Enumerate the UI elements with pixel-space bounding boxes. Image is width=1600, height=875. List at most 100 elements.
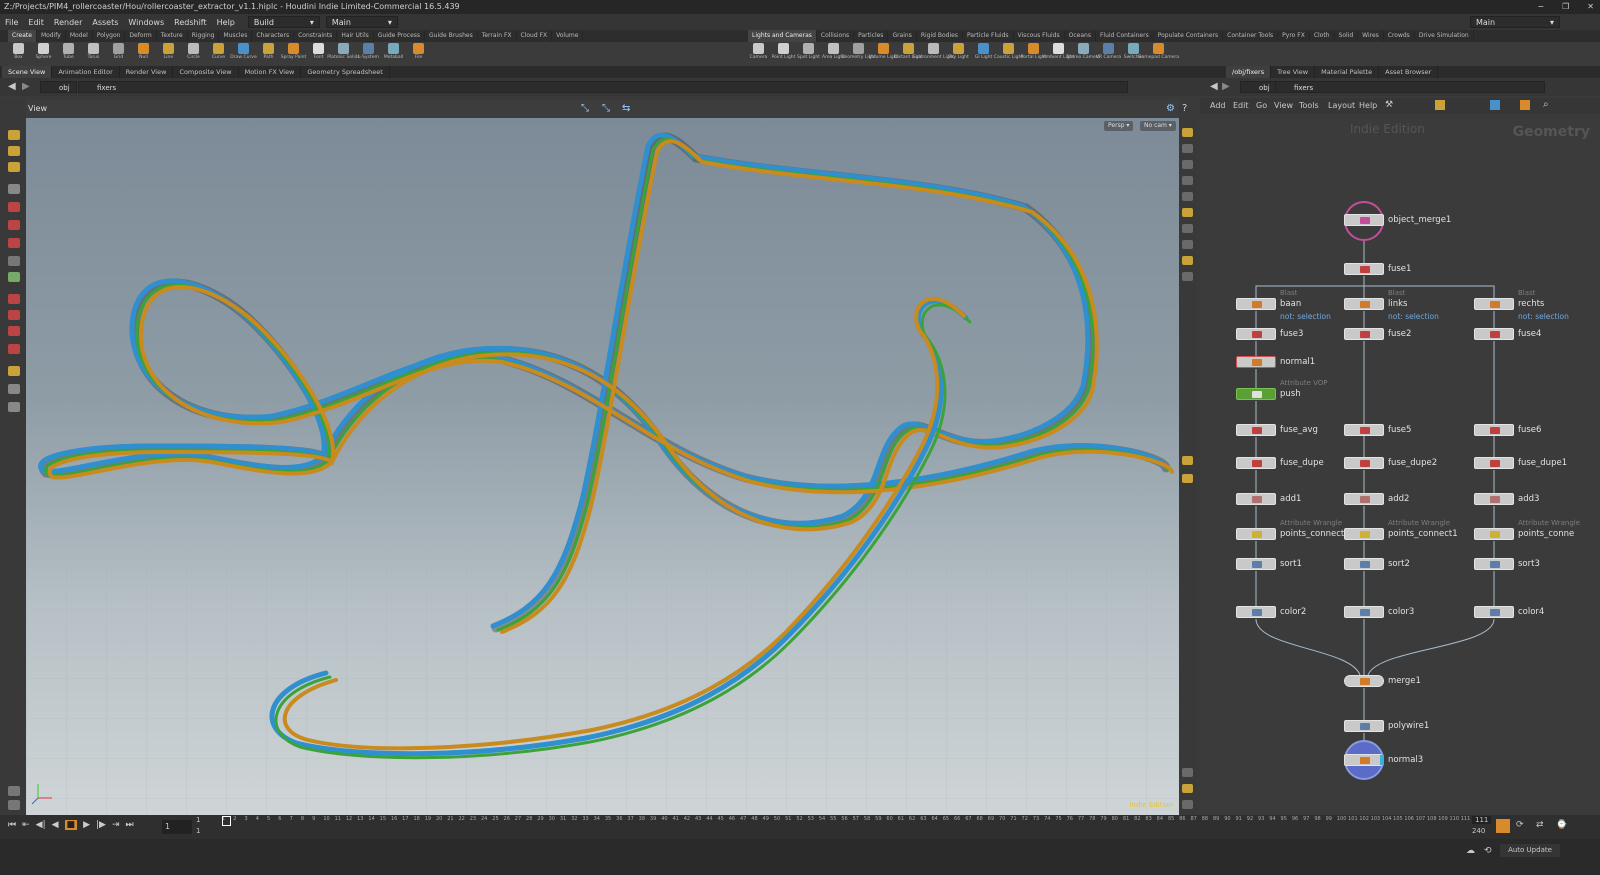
node-body[interactable]: [1474, 528, 1514, 540]
shelf-tab-cloth[interactable]: Cloth: [1310, 30, 1335, 42]
tool-torus[interactable]: Torus: [81, 42, 106, 66]
range-start[interactable]: 1: [196, 816, 200, 824]
node-body[interactable]: [1474, 558, 1514, 570]
menu-windows[interactable]: Windows: [123, 18, 169, 27]
tool-ambient-light[interactable]: Ambient Light: [1043, 42, 1074, 66]
pane-tab-obj-fixers[interactable]: /obj/fixers: [1226, 66, 1272, 78]
tool-path[interactable]: Path: [256, 42, 281, 66]
shading-icon[interactable]: [1182, 192, 1193, 201]
play-icon[interactable]: ▶: [83, 820, 90, 830]
normal-display-icon[interactable]: [1182, 240, 1193, 249]
tool-volume-light[interactable]: Volume Light: [869, 42, 898, 66]
cloud-icon[interactable]: ☁: [1466, 846, 1475, 856]
tool-tube[interactable]: Tube: [56, 42, 81, 66]
tool-metaball[interactable]: Metaball: [381, 42, 406, 66]
range-start-global[interactable]: 1: [196, 827, 200, 835]
loop-icon[interactable]: ⇄: [1536, 820, 1544, 830]
background-icon[interactable]: [1182, 272, 1193, 281]
right-desktop-dropdown[interactable]: Main ▾: [1470, 16, 1560, 28]
stop-icon[interactable]: ■: [64, 820, 78, 830]
shelf-tab-particles[interactable]: Particles: [854, 30, 889, 42]
shelf-tab-drive-simulation[interactable]: Drive Simulation: [1415, 30, 1474, 42]
flipbook-icon[interactable]: [1182, 456, 1193, 465]
scene-viewport[interactable]: Persp ▾ No cam ▾ Indie Edition: [26, 118, 1179, 815]
shelf-tab-fluid-containers[interactable]: Fluid Containers: [1096, 30, 1154, 42]
net-path-crumb-fixers[interactable]: fixers: [1275, 81, 1545, 93]
minimize-button[interactable]: −: [1537, 0, 1544, 14]
color-palette-icon[interactable]: [1490, 100, 1500, 110]
tool-caustic-light[interactable]: Caustic Light: [994, 42, 1023, 66]
net-menu-help[interactable]: Help: [1359, 101, 1377, 110]
net-menu-layout[interactable]: Layout: [1328, 101, 1355, 110]
context-dropdown[interactable]: Main ▾: [325, 16, 398, 28]
wrench-icon[interactable]: ⚒: [1385, 100, 1393, 110]
pose-icon[interactable]: [8, 272, 20, 282]
node-body[interactable]: [1474, 493, 1514, 505]
node-body[interactable]: [1344, 720, 1384, 732]
net-forward-arrow-icon[interactable]: ▶: [1222, 81, 1230, 92]
back-arrow-icon[interactable]: ◀: [8, 81, 16, 92]
node-body[interactable]: [1236, 298, 1276, 310]
path-crumb-fixers[interactable]: fixers: [78, 81, 1128, 93]
shelf-tab-texture[interactable]: Texture: [157, 30, 188, 42]
shelf-tab-muscles[interactable]: Muscles: [219, 30, 253, 42]
node-body[interactable]: [1344, 606, 1384, 618]
shape-palette-icon[interactable]: [1520, 100, 1530, 110]
playhead[interactable]: [222, 816, 231, 826]
first-frame-icon[interactable]: ⏮: [8, 820, 16, 830]
menu-redshift[interactable]: Redshift: [169, 18, 211, 27]
shelf-tab-terrain-fx[interactable]: Terrain FX: [478, 30, 517, 42]
step-forward-icon[interactable]: |▶: [96, 820, 106, 830]
shelf-tab-guide-process[interactable]: Guide Process: [374, 30, 426, 42]
net-menu-go[interactable]: Go: [1256, 101, 1267, 110]
node-body[interactable]: [1344, 457, 1384, 469]
snap-icon[interactable]: ⇆: [622, 103, 630, 114]
tool-grid[interactable]: Grid: [106, 42, 131, 66]
handle-icon[interactable]: [8, 256, 20, 266]
pane-tab-tree-view[interactable]: Tree View: [1271, 66, 1316, 78]
lock-icon[interactable]: [1182, 160, 1193, 169]
snap-icon[interactable]: ⤡: [602, 103, 610, 114]
grid-view-icon[interactable]: [1435, 100, 1445, 110]
camera-icon[interactable]: [8, 384, 20, 394]
shelf-tab-guide-brushes[interactable]: Guide Brushes: [425, 30, 478, 42]
pane-tab-motion-fx-view[interactable]: Motion FX View: [239, 66, 302, 78]
tool-stereo-camera[interactable]: Stereo Camera: [1067, 42, 1100, 66]
prev-key-icon[interactable]: ⇤: [22, 820, 30, 830]
current-frame-field[interactable]: 1: [162, 820, 192, 834]
pane-tab-composite-view[interactable]: Composite View: [173, 66, 239, 78]
menu-edit[interactable]: Edit: [23, 18, 49, 27]
tool-draw-curve[interactable]: Draw Curve: [230, 42, 257, 66]
node-body[interactable]: [1344, 558, 1384, 570]
tool-gi-light[interactable]: GI Light: [971, 42, 996, 66]
shelf-tab-grains[interactable]: Grains: [888, 30, 917, 42]
node-body[interactable]: [1344, 424, 1384, 436]
node-body[interactable]: [1474, 424, 1514, 436]
tool-platonic-solids[interactable]: Platonic Solids: [327, 42, 360, 66]
key-icon[interactable]: [1496, 819, 1510, 833]
tool-vr-camera[interactable]: VR Camera: [1096, 42, 1121, 66]
display-options-icon[interactable]: ⚙: [1166, 103, 1175, 114]
shelf-tab-container-tools[interactable]: Container Tools: [1223, 30, 1279, 42]
camera-dropdown[interactable]: No cam ▾: [1140, 121, 1176, 131]
node-body[interactable]: [1344, 263, 1384, 275]
viewport-scene[interactable]: [26, 118, 1179, 815]
snap-point-icon[interactable]: [8, 326, 20, 336]
shelf-tab-modify[interactable]: Modify: [37, 30, 66, 42]
close-button[interactable]: ✕: [1587, 0, 1594, 14]
shelf-tab-wires[interactable]: Wires: [1358, 30, 1384, 42]
desktop-dropdown[interactable]: Build ▾: [247, 16, 320, 28]
tool-spot-light[interactable]: Spot Light: [796, 42, 821, 66]
shelf-tab-oceans[interactable]: Oceans: [1065, 30, 1096, 42]
pane-tab-asset-browser[interactable]: Asset Browser: [1379, 66, 1439, 78]
next-key-icon[interactable]: ⇥: [112, 820, 120, 830]
node-body[interactable]: [1344, 328, 1384, 340]
pointer-icon[interactable]: [8, 184, 20, 194]
shelf-tab-particle-fluids[interactable]: Particle Fluids: [963, 30, 1014, 42]
tool-box[interactable]: Box: [6, 42, 31, 66]
node-body[interactable]: [1344, 675, 1384, 687]
tool-gamepad-camera[interactable]: Gamepad Camera: [1138, 42, 1179, 66]
menu-assets[interactable]: Assets: [87, 18, 123, 27]
tool-curve[interactable]: Curve: [206, 42, 231, 66]
settings-icon[interactable]: [8, 800, 20, 810]
